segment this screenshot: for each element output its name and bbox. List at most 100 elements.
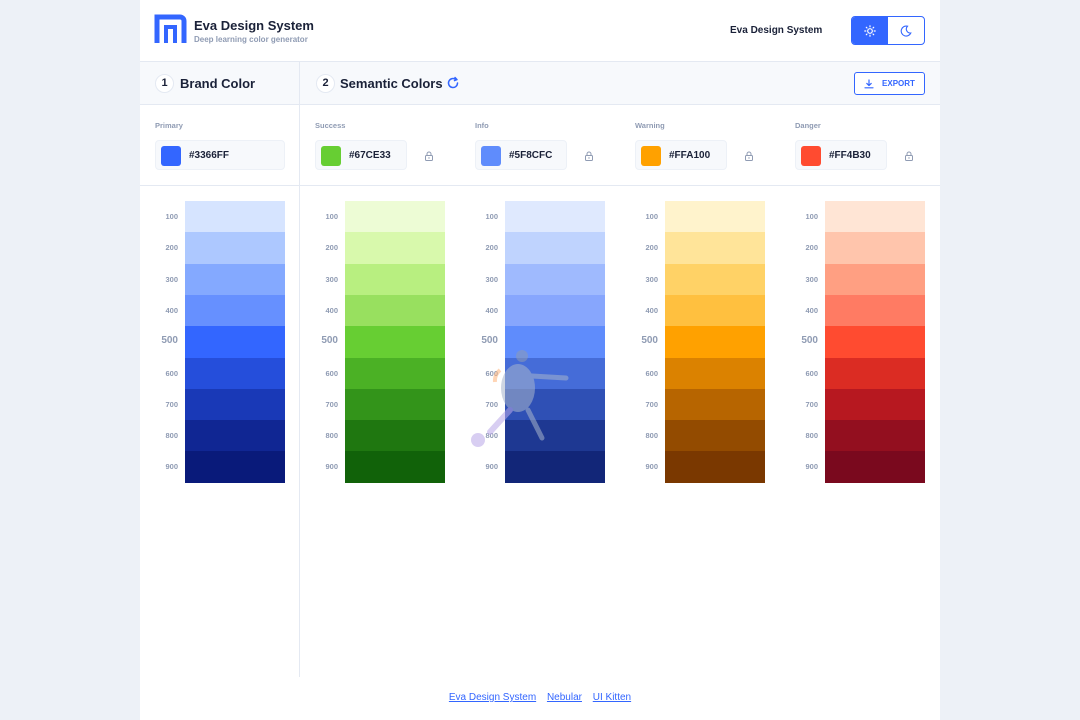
shade-level-label: 100 [165,212,178,221]
danger-shade-300[interactable] [825,263,925,296]
warning-swatch[interactable] [641,146,661,166]
info-shade-100[interactable] [505,201,605,233]
danger-color-field[interactable]: #FF4B30 [795,140,887,170]
success-hex[interactable]: #67CE33 [349,150,391,161]
shade-level-label: 900 [805,462,818,472]
refresh-icon[interactable] [446,76,460,90]
primary-shade-200[interactable] [185,232,285,264]
primary-shade-500[interactable] [185,326,285,358]
warning-hex[interactable]: #FFA100 [669,150,710,161]
step-1-number: 1 [155,74,174,93]
shade-level-label: 300 [165,274,178,284]
warning-shade-200[interactable] [665,232,765,264]
info-lock-icon[interactable] [583,150,595,162]
success-shade-400[interactable] [345,294,445,327]
warning-shade-800[interactable] [665,420,765,452]
shade-level-label: 100 [485,212,498,221]
danger-swatch[interactable] [801,146,821,166]
primary-shade-400[interactable] [185,294,285,327]
success-shade-600[interactable] [345,357,445,390]
section-divider [299,105,300,677]
danger-shade-400[interactable] [825,294,925,327]
shade-level-label: 800 [805,431,818,441]
danger-label: Danger [795,121,821,130]
warning-lock-icon[interactable] [743,150,755,162]
info-shade-900[interactable] [505,451,605,483]
shade-level-label: 300 [485,274,498,284]
primary-shade-900[interactable] [185,451,285,483]
danger-shade-200[interactable] [825,232,925,264]
danger-shade-800[interactable] [825,420,925,452]
warning-shade-700[interactable] [665,388,765,421]
export-button[interactable]: EXPORT [854,72,925,95]
success-shade-300[interactable] [345,263,445,296]
shade-level-label: 700 [165,399,178,409]
primary-shade-700[interactable] [185,388,285,421]
shade-level-label: 100 [325,212,338,221]
download-icon [864,78,874,88]
info-label: Info [475,121,489,130]
warning-shade-300[interactable] [665,263,765,296]
info-hex[interactable]: #5F8CFC [509,150,552,161]
shade-level-label: 200 [165,243,178,253]
danger-shade-700[interactable] [825,388,925,421]
page: Eva Design System Deep learning color ge… [140,0,940,720]
info-shade-300[interactable] [505,263,605,296]
info-swatch[interactable] [481,146,501,166]
warning-shade-500[interactable] [665,326,765,358]
shade-level-label: 400 [805,305,818,315]
export-label: EXPORT [882,79,915,88]
danger-hex[interactable]: #FF4B30 [829,150,871,161]
success-shade-800[interactable] [345,420,445,452]
footer-link-eva[interactable]: Eva Design System [449,692,536,703]
success-shade-100[interactable] [345,201,445,233]
primary-swatch[interactable] [161,146,181,166]
info-shade-400[interactable] [505,294,605,327]
primary-shade-100[interactable] [185,201,285,233]
success-color-field[interactable]: #67CE33 [315,140,407,170]
success-swatch[interactable] [321,146,341,166]
success-shade-700[interactable] [345,388,445,421]
primary-color-field[interactable]: #3366FF [155,140,285,170]
step-divider [299,62,300,105]
shade-level-label: 900 [325,462,338,472]
warning-shade-400[interactable] [665,294,765,327]
shade-level-label: 800 [165,431,178,441]
footer-link-nebular[interactable]: Nebular [547,692,582,703]
danger-shade-500[interactable] [825,326,925,358]
info-color-field[interactable]: #5F8CFC [475,140,567,170]
danger-shade-900[interactable] [825,451,925,483]
warning-shade-100[interactable] [665,201,765,233]
moon-icon [900,25,912,37]
warning-shade-600[interactable] [665,357,765,390]
shade-level-label: 500 [481,335,498,347]
eva-logo-icon[interactable] [154,14,187,45]
success-shade-500[interactable] [345,326,445,358]
danger-shade-600[interactable] [825,357,925,390]
success-shade-900[interactable] [345,451,445,483]
success-lock-icon[interactable] [423,150,435,162]
primary-shade-300[interactable] [185,263,285,296]
shade-level-label: 400 [645,305,658,315]
success-shade-200[interactable] [345,232,445,264]
shade-level-label: 900 [485,462,498,472]
primary-hex[interactable]: #3366FF [189,150,229,161]
danger-shade-100[interactable] [825,201,925,233]
light-theme-button[interactable] [852,17,888,44]
theme-toggle [851,16,925,45]
info-shade-200[interactable] [505,232,605,264]
shade-level-label: 500 [321,335,338,347]
footer-link-ui-kitten[interactable]: UI Kitten [593,692,631,703]
warning-shade-900[interactable] [665,451,765,483]
danger-lock-icon[interactable] [903,150,915,162]
primary-shade-800[interactable] [185,420,285,452]
dark-theme-button[interactable] [888,17,924,44]
shade-level-label: 800 [645,431,658,441]
primary-shade-600[interactable] [185,357,285,390]
nav-link-eva[interactable]: Eva Design System [730,25,822,36]
warning-color-field[interactable]: #FFA100 [635,140,727,170]
shade-level-label: 100 [805,212,818,221]
shade-level-label: 600 [805,368,818,378]
step-bar: 1 Brand Color 2 Semantic Colors EXPORT [140,62,940,105]
brand-color-heading: Brand Color [180,76,256,91]
